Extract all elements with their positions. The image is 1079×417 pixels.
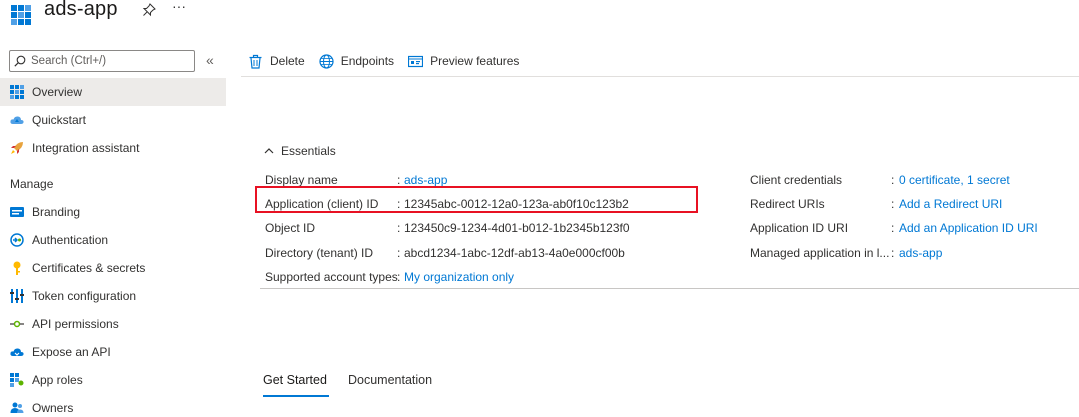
api-permissions-icon — [10, 320, 24, 328]
sidebar-item-label: App roles — [32, 373, 83, 387]
sidebar-item-app-roles[interactable]: App roles — [0, 366, 226, 394]
sidebar-section-manage: Manage — [10, 177, 54, 191]
preview-features-label: Preview features — [430, 54, 520, 68]
sidebar-item-owners[interactable]: Owners — [0, 394, 226, 417]
sidebar-item-expose-api[interactable]: Expose an API — [0, 338, 226, 366]
essentials-divider — [260, 288, 1079, 289]
sidebar-item-api-permissions[interactable]: API permissions — [0, 310, 226, 338]
essentials-row-object-id: Object ID : 123450c9-1234-4d01-b012-1b23… — [265, 221, 725, 237]
chevron-up-icon — [264, 148, 274, 154]
sidebar-item-label: API permissions — [32, 317, 119, 331]
essentials-row-app-id-uri: Application ID URI : Add an Application … — [750, 221, 1070, 237]
row-separator: : — [891, 173, 895, 187]
preview-features-icon — [408, 55, 424, 67]
command-bar: Delete Endpoints Preview features — [248, 50, 533, 72]
tab-documentation[interactable]: Documentation — [348, 373, 432, 387]
overview-grid-icon — [10, 85, 24, 99]
sidebar-item-label: Token configuration — [32, 289, 137, 303]
app-id-uri-link[interactable]: Add an Application ID URI — [899, 221, 1038, 235]
tenant-id-value[interactable]: abcd1234-1abc-12df-ab13-4a0e000cf00b — [404, 246, 625, 260]
row-separator: : — [397, 173, 401, 187]
sidebar-item-label: Integration assistant — [32, 141, 140, 155]
sidebar-item-quickstart[interactable]: Quickstart — [0, 106, 226, 134]
essentials-row-client-credentials: Client credentials : 0 certificate, 1 se… — [750, 173, 1070, 189]
app-registration-icon — [11, 5, 31, 25]
key-icon — [13, 261, 21, 275]
search-icon — [14, 55, 26, 67]
row-separator: : — [891, 221, 895, 235]
globe-icon — [319, 53, 334, 69]
row-label: Display name — [265, 173, 338, 187]
sidebar-item-label: Quickstart — [32, 113, 87, 127]
essentials-toggle[interactable]: Essentials — [264, 144, 336, 158]
more-options-icon[interactable]: ··· — [172, 0, 186, 14]
sidebar: « Overview Quickstart Integration assist… — [0, 44, 226, 417]
owners-icon — [10, 402, 24, 413]
essentials-heading: Essentials — [281, 144, 336, 158]
sidebar-item-authentication[interactable]: Authentication — [0, 226, 226, 254]
delete-label: Delete — [270, 54, 305, 68]
sidebar-item-label: Authentication — [32, 233, 109, 247]
trash-icon — [249, 54, 262, 69]
page-title: ads-app — [44, 0, 118, 20]
preview-features-button[interactable]: Preview features — [408, 54, 519, 69]
managed-application-link[interactable]: ads-app — [899, 246, 942, 260]
sidebar-item-label: Certificates & secrets — [32, 261, 146, 275]
row-label: Supported account types — [265, 270, 398, 284]
sidebar-item-overview[interactable]: Overview — [0, 78, 226, 106]
row-separator: : — [397, 246, 401, 260]
rocket-icon — [11, 142, 23, 154]
row-label: Managed application in l... — [750, 246, 890, 260]
toolbar-divider — [241, 76, 1079, 77]
app-header: ads-app ··· — [0, 0, 1079, 30]
client-id-highlight — [255, 186, 698, 213]
delete-button[interactable]: Delete — [248, 54, 305, 69]
row-separator: : — [397, 270, 401, 284]
row-label: Directory (tenant) ID — [265, 246, 374, 260]
row-label: Redirect URIs — [750, 197, 825, 211]
sidebar-item-label: Owners — [32, 401, 74, 415]
sidebar-item-certificates-secrets[interactable]: Certificates & secrets — [0, 254, 226, 282]
cloud-api-icon — [10, 348, 24, 356]
client-credentials-link[interactable]: 0 certificate, 1 secret — [899, 173, 1010, 187]
branding-icon — [10, 207, 24, 217]
app-roles-icon — [10, 373, 24, 387]
row-separator: : — [891, 197, 895, 211]
sidebar-search[interactable] — [9, 50, 195, 72]
object-id-value[interactable]: 123450c9-1234-4d01-b012-1b2345b123f0 — [404, 221, 630, 235]
redirect-uris-link[interactable]: Add a Redirect URI — [899, 197, 1002, 211]
token-bars-icon — [10, 289, 24, 303]
essentials-row-managed-application: Managed application in l... : ads-app — [750, 246, 1070, 262]
tab-get-started[interactable]: Get Started — [263, 373, 327, 387]
row-label: Client credentials — [750, 173, 843, 187]
essentials-row-tenant-id: Directory (tenant) ID : abcd1234-1abc-12… — [265, 246, 725, 262]
essentials-row-redirect-uris: Redirect URIs : Add a Redirect URI — [750, 197, 1070, 213]
account-types-link[interactable]: My organization only — [404, 270, 514, 284]
collapse-sidebar-icon[interactable]: « — [206, 52, 214, 68]
row-label: Object ID — [265, 221, 316, 235]
sidebar-item-label: Expose an API — [32, 345, 111, 359]
cloud-quickstart-icon — [10, 116, 24, 124]
row-separator: : — [891, 246, 895, 260]
search-input[interactable] — [31, 53, 191, 69]
endpoints-label: Endpoints — [340, 54, 395, 68]
active-tab-indicator — [263, 395, 329, 397]
sidebar-item-label: Overview — [32, 85, 83, 99]
authentication-icon — [10, 233, 24, 247]
endpoints-button[interactable]: Endpoints — [319, 53, 395, 69]
sidebar-item-branding[interactable]: Branding — [0, 198, 226, 226]
pin-icon[interactable] — [142, 3, 156, 17]
essentials-row-account-types: Supported account types : My organizatio… — [265, 270, 725, 286]
display-name-link[interactable]: ads-app — [404, 173, 447, 187]
sidebar-item-label: Branding — [32, 205, 81, 219]
row-separator: : — [397, 221, 401, 235]
sidebar-item-token-configuration[interactable]: Token configuration — [0, 282, 226, 310]
sidebar-item-integration-assistant[interactable]: Integration assistant — [0, 134, 226, 162]
row-label: Application ID URI — [750, 221, 849, 235]
